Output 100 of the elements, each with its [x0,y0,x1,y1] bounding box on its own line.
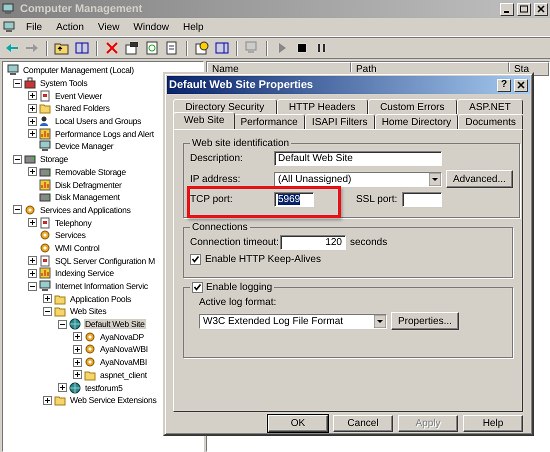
close-icon [517,81,525,89]
tab[interactable]: Documents [458,114,524,129]
dropdown-field[interactable]: (All Unassigned) [274,172,442,186]
chart-icon [39,178,51,191]
tree-item[interactable]: Default Web Site [84,319,146,330]
tree-item[interactable]: Services and Applications [39,204,132,215]
gear-icon [84,356,96,368]
gear-icon [39,242,51,254]
folder-icon [84,368,96,381]
expand-toggle[interactable] [73,370,82,380]
expand-toggle[interactable] [28,116,37,126]
tree-item[interactable]: Services [54,230,87,240]
gear-icon [24,204,36,216]
tree-item[interactable]: Disk Management [54,192,121,202]
tree-item[interactable]: Device Manager [54,141,114,152]
tree-item[interactable]: System Tools [39,78,88,88]
input-field[interactable]: 120 [280,235,346,250]
dropdown-arrow-icon[interactable] [429,172,441,186]
expand-toggle[interactable] [28,256,37,266]
tree-item[interactable]: Web Sites [69,306,108,316]
maximize-icon [520,5,528,13]
expand-toggle[interactable] [28,167,37,176]
expand-toggle[interactable] [73,344,82,354]
input-field[interactable]: Default Web Site [274,151,442,166]
computer-icon [3,21,15,33]
tree-item[interactable]: Indexing Service [54,268,115,278]
tab[interactable]: Home Directory [374,114,458,129]
computer-icon [39,140,51,152]
tree-item[interactable]: AyaNovaDP [99,332,145,342]
tree-item[interactable]: Web Service Extensions [69,395,158,406]
panel-icon[interactable] [214,40,230,56]
expand-toggle[interactable] [73,358,82,367]
collapse-toggle[interactable] [28,282,37,291]
tree-item[interactable]: WMI Control [54,242,100,253]
tree-item[interactable]: Computer Management (Local) [22,65,135,76]
dialog-button[interactable]: Cancel [333,415,393,432]
expand-toggle[interactable] [73,332,82,342]
tab[interactable]: Custom Errors [368,99,457,114]
menu-item[interactable]: Window [127,20,175,34]
expand-toggle[interactable] [43,396,52,405]
field-label: TCP port: [190,194,234,205]
advanced-button[interactable]: Advanced... [446,170,513,188]
collapse-toggle[interactable] [13,205,22,214]
expand-toggle[interactable] [58,383,67,392]
tree-item[interactable]: AyaNovaWBI [99,344,149,354]
close-button[interactable] [514,78,528,92]
tree-item[interactable]: Performance Logs and Alert [54,128,155,139]
tab[interactable]: HTTP Headers [276,99,368,114]
help-button[interactable]: ? [497,78,511,92]
menu-item[interactable]: Action [50,20,90,34]
folder-icon [54,305,66,318]
collapse-toggle[interactable] [58,320,67,329]
menu-item[interactable]: Help [177,20,210,34]
minimize-button[interactable] [500,2,514,16]
checkbox[interactable] [190,254,201,265]
input-field[interactable]: 5969 [274,192,314,207]
expand-toggle[interactable] [43,294,52,304]
tree-item[interactable]: Internet Information Servic [54,281,149,292]
expand-toggle[interactable] [28,91,37,100]
tab[interactable]: ASP.NET [456,99,523,114]
tab[interactable]: Directory Security [173,99,277,114]
collapse-toggle[interactable] [13,154,22,164]
expand-toggle[interactable] [28,218,37,228]
unit-label: seconds [350,237,388,248]
tree-item[interactable]: Shared Folders [54,103,111,114]
collapse-toggle[interactable] [43,306,52,316]
expand-toggle[interactable] [28,268,37,278]
expand-toggle[interactable] [28,129,37,138]
input-field[interactable] [402,192,442,207]
folder-icon [54,292,66,305]
gear-icon [84,343,96,356]
dropdown-arrow-icon[interactable] [374,314,386,328]
tree-item[interactable]: testforum5 [84,382,124,393]
tab[interactable]: ISAPI Filters [304,114,375,129]
expand-toggle[interactable] [28,104,37,113]
dropdown-field[interactable]: W3C Extended Log File Format [199,314,387,328]
tree-item[interactable]: Removable Storage [54,166,127,177]
tree-item[interactable]: Disk Defragmenter [54,180,123,190]
tab[interactable]: Performance [233,114,305,129]
tree-item[interactable]: SQL Server Configuration M [54,256,156,266]
properties-button[interactable]: Properties... [391,312,459,330]
collapse-toggle[interactable] [13,78,22,88]
tree-item[interactable]: Telephony [54,218,93,228]
tree-item[interactable]: aspnet_client [99,370,148,380]
tree-item[interactable]: Local Users and Groups [54,116,142,126]
tree-item[interactable]: Application Pools [69,294,132,304]
close-button[interactable] [534,2,548,16]
tree-item[interactable]: AyaNovaMBI [99,357,148,368]
tree-item[interactable]: Event Viewer [54,90,103,101]
globe-icon [69,382,81,394]
dialog-button[interactable]: Help [463,415,523,432]
maximize-button[interactable] [517,2,531,16]
panel-icon[interactable] [74,40,90,56]
field-label: Active log format: [199,297,276,308]
checkbox[interactable] [192,282,203,293]
menu-item[interactable]: File [20,20,48,34]
tab[interactable]: Web Site [173,112,236,129]
tree-item[interactable]: Storage [39,154,70,164]
dialog-button[interactable]: OK [268,415,328,432]
menu-item[interactable]: View [92,20,126,34]
